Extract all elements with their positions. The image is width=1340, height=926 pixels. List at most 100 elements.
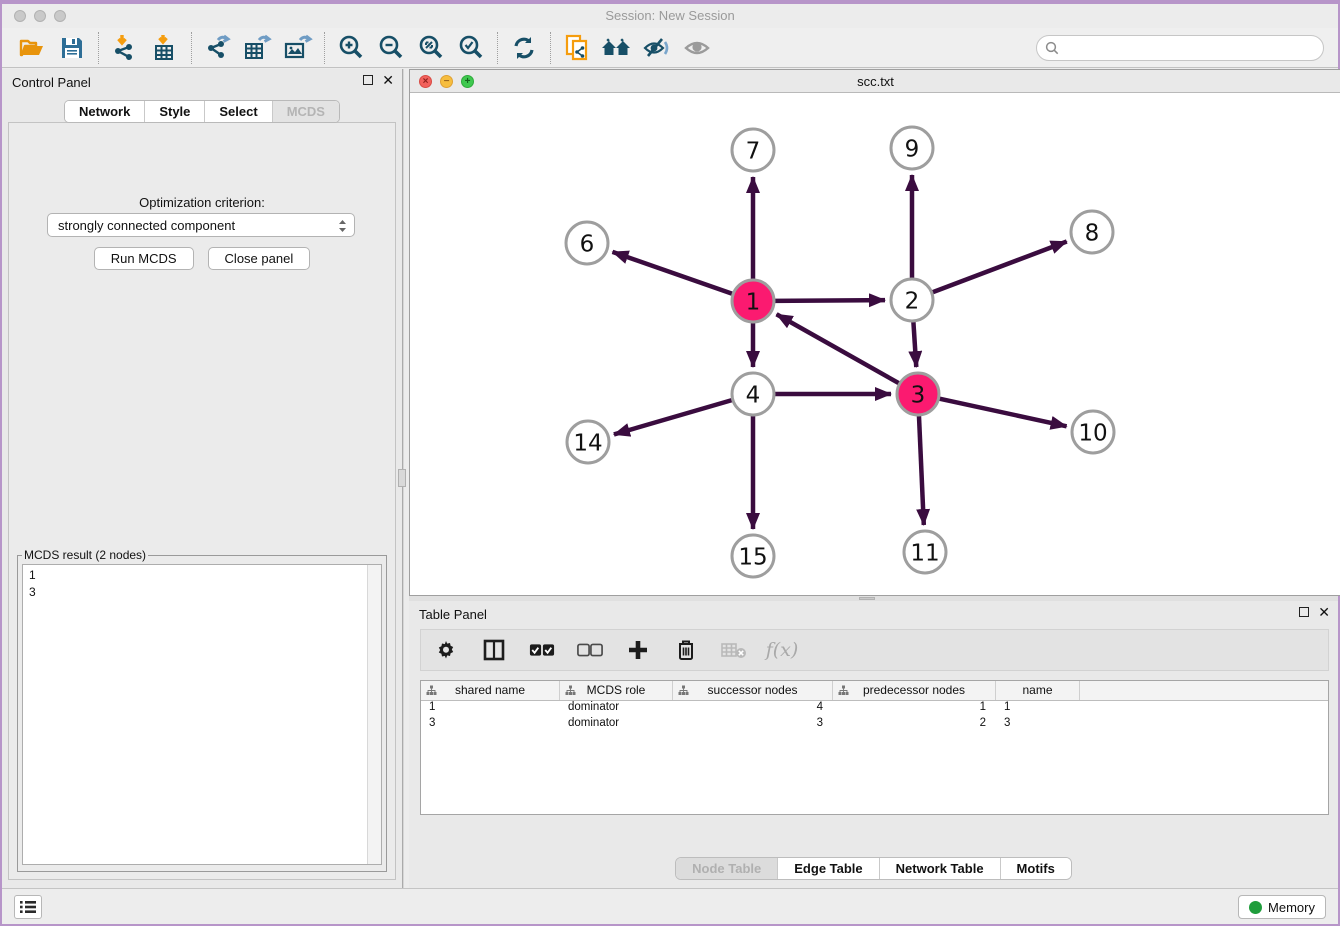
tab-node-table[interactable]: Node Table (676, 858, 777, 879)
node-label-15: 15 (738, 544, 767, 570)
tab-style[interactable]: Style (144, 101, 204, 122)
float-table-panel-icon[interactable] (1299, 607, 1309, 617)
tab-network[interactable]: Network (65, 101, 144, 122)
tab-select[interactable]: Select (204, 101, 271, 122)
close-panel-icon[interactable]: ✕ (382, 75, 394, 85)
node-label-10: 10 (1078, 420, 1107, 446)
node-label-2: 2 (905, 288, 920, 314)
import-table-icon[interactable] (145, 31, 185, 65)
cell-predecessor-nodes[interactable]: 2 (833, 717, 996, 733)
select-all-checkboxes-icon[interactable] (529, 637, 555, 663)
select-stepper-icon (337, 218, 348, 237)
import-network-icon[interactable] (105, 31, 145, 65)
table-row[interactable]: 1dominator411 (421, 701, 1328, 717)
show-hidden-eye-icon[interactable] (677, 31, 717, 65)
list-icon (19, 899, 37, 915)
search-input[interactable] (1036, 35, 1324, 61)
cell-MCDS-role[interactable]: dominator (560, 717, 673, 733)
task-history-button[interactable] (14, 895, 42, 919)
edge-3-1[interactable] (777, 314, 899, 383)
network-view-window: × − + scc.txt 7968124310141511 (409, 69, 1340, 596)
edge-3-10[interactable] (939, 399, 1066, 427)
panel-divider-grip[interactable] (398, 469, 406, 487)
cell-shared-name[interactable]: 1 (421, 701, 560, 717)
column-visibility-icon[interactable] (481, 637, 507, 663)
edge-1-2[interactable] (775, 300, 885, 301)
optimization-criterion-label: Optimization criterion: (9, 195, 395, 210)
table-row[interactable]: 3dominator323 (421, 717, 1328, 733)
node-label-3: 3 (911, 382, 926, 408)
export-table-icon[interactable] (238, 31, 278, 65)
export-image-icon[interactable] (278, 31, 318, 65)
zoom-in-icon[interactable] (331, 31, 371, 65)
open-folder-icon[interactable] (12, 31, 52, 65)
toolbar-separator (324, 32, 325, 64)
network-canvas[interactable]: 7968124310141511 (410, 93, 1340, 595)
mcds-result-list[interactable]: 13 (22, 564, 382, 865)
zoom-out-icon[interactable] (371, 31, 411, 65)
hide-selected-eye-icon[interactable] (637, 31, 677, 65)
function-builder-icon-disabled: f(x) (769, 637, 795, 663)
network-window-titlebar: × − + scc.txt (410, 70, 1340, 93)
edge-4-14[interactable] (614, 400, 732, 434)
close-panel-button[interactable]: Close panel (208, 247, 311, 270)
main-toolbar (2, 28, 1338, 68)
memory-label: Memory (1268, 900, 1315, 915)
memory-status-dot-icon (1249, 901, 1262, 914)
clone-network-icon[interactable] (557, 31, 597, 65)
mcds-result-item[interactable]: 1 (29, 567, 381, 584)
edge-2-8[interactable] (933, 242, 1067, 293)
deselect-all-checkboxes-icon[interactable] (577, 637, 603, 663)
node-label-9: 9 (905, 136, 920, 162)
edge-2-3[interactable] (913, 322, 916, 367)
result-scrollbar[interactable] (367, 565, 381, 864)
home-networks-icon[interactable] (597, 31, 637, 65)
node-label-4: 4 (746, 382, 761, 408)
cell-name[interactable]: 3 (996, 717, 1080, 733)
save-session-icon[interactable] (52, 31, 92, 65)
run-mcds-button[interactable]: Run MCDS (94, 247, 194, 270)
toolbar-separator (98, 32, 99, 64)
tab-mcds[interactable]: MCDS (272, 101, 339, 122)
control-panel-header: Control Panel ✕ (2, 69, 402, 97)
tab-motifs[interactable]: Motifs (1000, 858, 1071, 879)
optimization-criterion-select[interactable]: strongly connected component (47, 213, 355, 237)
search-box (1036, 35, 1324, 61)
horizontal-divider-grip[interactable] (859, 597, 875, 600)
shared-column-icon (565, 685, 576, 696)
cell-successor-nodes[interactable]: 4 (673, 701, 833, 717)
tab-network-table[interactable]: Network Table (879, 858, 1000, 879)
memory-button[interactable]: Memory (1238, 895, 1326, 919)
control-panel-tabs: NetworkStyleSelectMCDS (64, 100, 340, 123)
export-network-icon[interactable] (198, 31, 238, 65)
cell-successor-nodes[interactable]: 3 (673, 717, 833, 733)
node-label-6: 6 (580, 231, 595, 257)
graph-edges[interactable] (612, 175, 1066, 529)
edge-3-11[interactable] (919, 416, 924, 525)
column-header-shared-name[interactable]: shared name (421, 681, 560, 700)
tab-edge-table[interactable]: Edge Table (777, 858, 878, 879)
cell-MCDS-role[interactable]: dominator (560, 701, 673, 717)
node-label-14: 14 (573, 430, 602, 456)
zoom-selected-icon[interactable] (451, 31, 491, 65)
cell-predecessor-nodes[interactable]: 1 (833, 701, 996, 717)
zoom-fit-icon[interactable] (411, 31, 451, 65)
column-header-MCDS-role[interactable]: MCDS role (560, 681, 673, 700)
add-row-icon[interactable] (625, 637, 651, 663)
close-table-panel-icon[interactable]: ✕ (1318, 607, 1330, 617)
control-panel: Control Panel ✕ Optimization criterion: … (2, 69, 402, 888)
refresh-layout-icon[interactable] (504, 31, 544, 65)
optimization-criterion-value: strongly connected component (58, 218, 235, 233)
delete-row-trash-icon[interactable] (673, 637, 699, 663)
mcds-result-item[interactable]: 3 (29, 584, 381, 601)
edge-1-6[interactable] (612, 252, 732, 294)
control-panel-title: Control Panel (12, 75, 91, 90)
column-header-name[interactable]: name (996, 681, 1080, 700)
cell-shared-name[interactable]: 3 (421, 717, 560, 733)
column-header-successor-nodes[interactable]: successor nodes (673, 681, 833, 700)
title-bar: Session: New Session (2, 4, 1338, 28)
column-header-predecessor-nodes[interactable]: predecessor nodes (833, 681, 996, 700)
settings-gear-icon[interactable] (433, 637, 459, 663)
cell-name[interactable]: 1 (996, 701, 1080, 717)
float-panel-icon[interactable] (363, 75, 373, 85)
